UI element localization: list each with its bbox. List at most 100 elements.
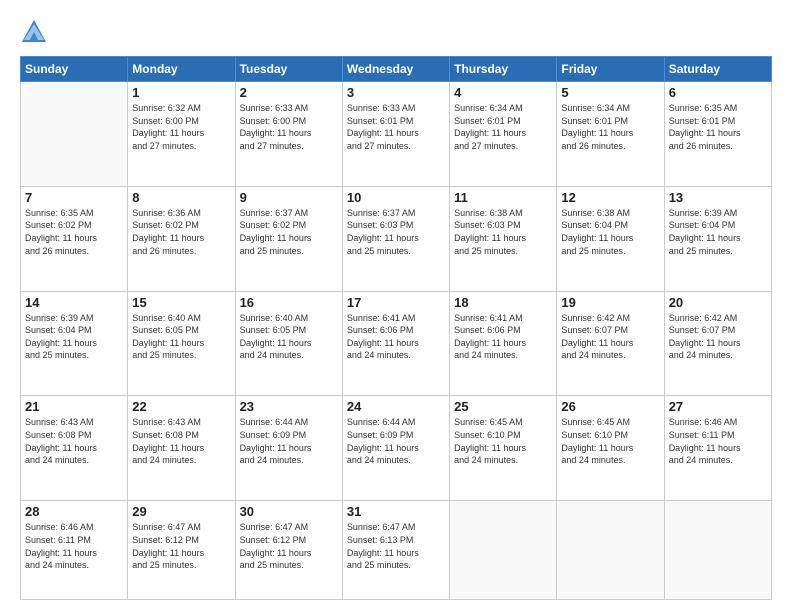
day-number: 24 — [347, 399, 445, 414]
day-info: Sunrise: 6:35 AM Sunset: 6:01 PM Dayligh… — [669, 102, 767, 152]
calendar-week-row: 28 Sunrise: 6:46 AM Sunset: 6:11 PM Dayli… — [21, 501, 772, 600]
calendar-day-cell: 15 Sunrise: 6:40 AM Sunset: 6:05 PM Dayli… — [128, 291, 235, 396]
calendar-day-cell: 26Sunrise: 6:45 AM Sunset: 6:10 PM Dayli… — [557, 396, 664, 501]
calendar-day-cell: 23Sunrise: 6:44 AM Sunset: 6:09 PM Dayli… — [235, 396, 342, 501]
calendar-day-cell: 14Sunrise: 6:39 AM Sunset: 6:04 PM Dayli… — [21, 291, 128, 396]
logo-icon — [20, 18, 48, 46]
day-number: 1 — [132, 85, 230, 100]
day-number: 27 — [669, 399, 767, 414]
day-info: Sunrise: 6:36 AM Sunset: 6:02 PM Dayligh… — [132, 207, 230, 257]
day-number: 22 — [132, 399, 230, 414]
day-info: Sunrise: 6:34 AM Sunset: 6:01 PM Dayligh… — [454, 102, 552, 152]
calendar-day-cell: 25 Sunrise: 6:45 AM Sunset: 6:10 PM Dayli… — [450, 396, 557, 501]
calendar-day-cell: 1 Sunrise: 6:32 AM Sunset: 6:00 PM Daylig… — [128, 82, 235, 187]
day-number: 9 — [240, 190, 338, 205]
calendar-day-cell: 28 Sunrise: 6:46 AM Sunset: 6:11 PM Dayli… — [21, 501, 128, 600]
calendar-day-cell: 8Sunrise: 6:36 AM Sunset: 6:02 PM Daylig… — [128, 186, 235, 291]
calendar-day-cell: 12 Sunrise: 6:38 AM Sunset: 6:04 PM Dayli… — [557, 186, 664, 291]
day-info: Sunrise: 6:46 AM Sunset: 6:11 PM Dayligh… — [669, 416, 767, 466]
day-info: Sunrise: 6:42 AM Sunset: 6:07 PM Dayligh… — [669, 312, 767, 362]
logo — [20, 18, 51, 46]
day-info: Sunrise: 6:46 AM Sunset: 6:11 PM Dayligh… — [25, 521, 123, 571]
day-number: 13 — [669, 190, 767, 205]
calendar-day-cell: 4 Sunrise: 6:34 AM Sunset: 6:01 PM Daylig… — [450, 82, 557, 187]
day-number: 19 — [561, 295, 659, 310]
day-number: 23 — [240, 399, 338, 414]
day-number: 6 — [669, 85, 767, 100]
day-number: 11 — [454, 190, 552, 205]
page: SundayMondayTuesdayWednesdayThursdayFrid… — [0, 0, 792, 612]
calendar-day-cell: 30 Sunrise: 6:47 AM Sunset: 6:12 PM Dayli… — [235, 501, 342, 600]
day-info: Sunrise: 6:40 AM Sunset: 6:05 PM Dayligh… — [132, 312, 230, 362]
calendar-day-cell: 13 Sunrise: 6:39 AM Sunset: 6:04 PM Dayli… — [664, 186, 771, 291]
calendar-day-cell: 11 Sunrise: 6:38 AM Sunset: 6:03 PM Dayli… — [450, 186, 557, 291]
day-number: 17 — [347, 295, 445, 310]
day-info: Sunrise: 6:45 AM Sunset: 6:10 PM Dayligh… — [454, 416, 552, 466]
calendar-day-cell: 29 Sunrise: 6:47 AM Sunset: 6:12 PM Dayli… — [128, 501, 235, 600]
calendar-week-row: 7Sunrise: 6:35 AM Sunset: 6:02 PM Daylig… — [21, 186, 772, 291]
day-number: 16 — [240, 295, 338, 310]
day-info: Sunrise: 6:44 AM Sunset: 6:09 PM Dayligh… — [347, 416, 445, 466]
day-number: 15 — [132, 295, 230, 310]
day-info: Sunrise: 6:38 AM Sunset: 6:03 PM Dayligh… — [454, 207, 552, 257]
day-info: Sunrise: 6:47 AM Sunset: 6:12 PM Dayligh… — [132, 521, 230, 571]
calendar-day-cell — [21, 82, 128, 187]
calendar-week-row: 1 Sunrise: 6:32 AM Sunset: 6:00 PM Daylig… — [21, 82, 772, 187]
calendar-day-cell: 27 Sunrise: 6:46 AM Sunset: 6:11 PM Dayli… — [664, 396, 771, 501]
day-number: 10 — [347, 190, 445, 205]
day-number: 12 — [561, 190, 659, 205]
day-info: Sunrise: 6:37 AM Sunset: 6:02 PM Dayligh… — [240, 207, 338, 257]
calendar-day-cell: 22 Sunrise: 6:43 AM Sunset: 6:08 PM Dayli… — [128, 396, 235, 501]
day-info: Sunrise: 6:41 AM Sunset: 6:06 PM Dayligh… — [454, 312, 552, 362]
day-info: Sunrise: 6:38 AM Sunset: 6:04 PM Dayligh… — [561, 207, 659, 257]
day-info: Sunrise: 6:43 AM Sunset: 6:08 PM Dayligh… — [132, 416, 230, 466]
calendar-day-cell: 9 Sunrise: 6:37 AM Sunset: 6:02 PM Daylig… — [235, 186, 342, 291]
day-info: Sunrise: 6:47 AM Sunset: 6:13 PM Dayligh… — [347, 521, 445, 571]
calendar-day-cell: 31 Sunrise: 6:47 AM Sunset: 6:13 PM Dayli… — [342, 501, 449, 600]
day-info: Sunrise: 6:35 AM Sunset: 6:02 PM Dayligh… — [25, 207, 123, 257]
day-info: Sunrise: 6:43 AM Sunset: 6:08 PM Dayligh… — [25, 416, 123, 466]
calendar-week-row: 21 Sunrise: 6:43 AM Sunset: 6:08 PM Dayli… — [21, 396, 772, 501]
day-info: Sunrise: 6:45 AM Sunset: 6:10 PM Dayligh… — [561, 416, 659, 466]
day-info: Sunrise: 6:39 AM Sunset: 6:04 PM Dayligh… — [669, 207, 767, 257]
weekday-header: Friday — [557, 57, 664, 82]
calendar-day-cell: 2 Sunrise: 6:33 AM Sunset: 6:00 PM Daylig… — [235, 82, 342, 187]
header-row: SundayMondayTuesdayWednesdayThursdayFrid… — [21, 57, 772, 82]
calendar-day-cell: 19 Sunrise: 6:42 AM Sunset: 6:07 PM Dayli… — [557, 291, 664, 396]
day-info: Sunrise: 6:41 AM Sunset: 6:06 PM Dayligh… — [347, 312, 445, 362]
day-info: Sunrise: 6:47 AM Sunset: 6:12 PM Dayligh… — [240, 521, 338, 571]
calendar-day-cell: 7Sunrise: 6:35 AM Sunset: 6:02 PM Daylig… — [21, 186, 128, 291]
calendar-day-cell — [557, 501, 664, 600]
calendar-body: 1 Sunrise: 6:32 AM Sunset: 6:00 PM Daylig… — [21, 82, 772, 600]
calendar-day-cell: 17 Sunrise: 6:41 AM Sunset: 6:06 PM Dayli… — [342, 291, 449, 396]
day-number: 28 — [25, 504, 123, 519]
calendar-day-cell: 3Sunrise: 6:33 AM Sunset: 6:01 PM Daylig… — [342, 82, 449, 187]
day-number: 29 — [132, 504, 230, 519]
day-info: Sunrise: 6:32 AM Sunset: 6:00 PM Dayligh… — [132, 102, 230, 152]
weekday-header: Monday — [128, 57, 235, 82]
calendar-day-cell — [664, 501, 771, 600]
calendar-day-cell: 16Sunrise: 6:40 AM Sunset: 6:05 PM Dayli… — [235, 291, 342, 396]
weekday-header: Saturday — [664, 57, 771, 82]
day-info: Sunrise: 6:42 AM Sunset: 6:07 PM Dayligh… — [561, 312, 659, 362]
weekday-header: Thursday — [450, 57, 557, 82]
day-info: Sunrise: 6:37 AM Sunset: 6:03 PM Dayligh… — [347, 207, 445, 257]
calendar-day-cell — [450, 501, 557, 600]
day-number: 30 — [240, 504, 338, 519]
day-info: Sunrise: 6:33 AM Sunset: 6:00 PM Dayligh… — [240, 102, 338, 152]
day-number: 21 — [25, 399, 123, 414]
day-info: Sunrise: 6:39 AM Sunset: 6:04 PM Dayligh… — [25, 312, 123, 362]
day-number: 25 — [454, 399, 552, 414]
day-number: 31 — [347, 504, 445, 519]
calendar-day-cell: 21 Sunrise: 6:43 AM Sunset: 6:08 PM Dayli… — [21, 396, 128, 501]
weekday-header: Sunday — [21, 57, 128, 82]
day-info: Sunrise: 6:33 AM Sunset: 6:01 PM Dayligh… — [347, 102, 445, 152]
calendar-day-cell: 24 Sunrise: 6:44 AM Sunset: 6:09 PM Dayli… — [342, 396, 449, 501]
day-number: 2 — [240, 85, 338, 100]
weekday-header: Tuesday — [235, 57, 342, 82]
calendar-week-row: 14Sunrise: 6:39 AM Sunset: 6:04 PM Dayli… — [21, 291, 772, 396]
day-number: 4 — [454, 85, 552, 100]
calendar-day-cell: 6 Sunrise: 6:35 AM Sunset: 6:01 PM Daylig… — [664, 82, 771, 187]
day-info: Sunrise: 6:34 AM Sunset: 6:01 PM Dayligh… — [561, 102, 659, 152]
day-number: 20 — [669, 295, 767, 310]
